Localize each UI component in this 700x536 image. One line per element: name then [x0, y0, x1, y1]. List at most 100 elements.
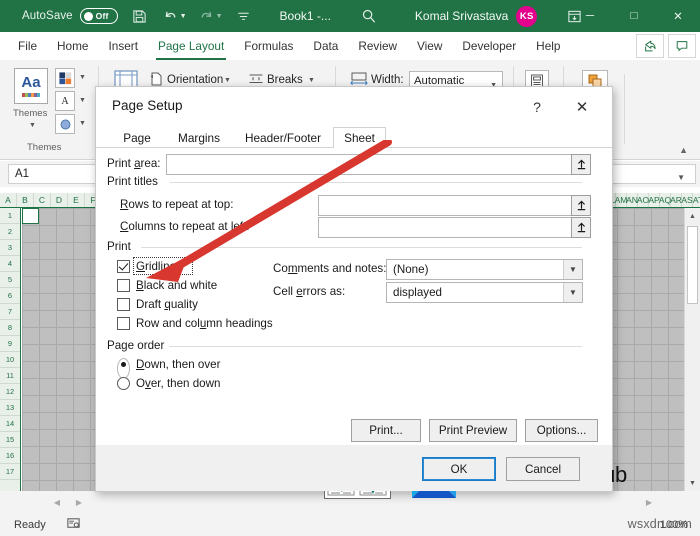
active-cell-a1[interactable] [22, 208, 39, 224]
print-button[interactable]: Print... [351, 419, 421, 442]
row-header-17[interactable]: 17 [0, 464, 20, 480]
document-title[interactable]: Book1 -... [280, 9, 331, 23]
dialog-close-icon[interactable]: ✕ [568, 96, 596, 118]
print-area-collapse-icon[interactable] [571, 154, 591, 175]
previous-sheet-icon[interactable]: ◀ [46, 498, 68, 507]
ribbon-tab-home[interactable]: Home [47, 32, 98, 60]
rows-to-repeat-input[interactable] [318, 195, 578, 216]
columns-to-repeat-input[interactable] [318, 217, 578, 238]
ribbon-tab-data[interactable]: Data [303, 32, 348, 60]
cell-errors-chevron-down-icon[interactable]: ▼ [563, 283, 582, 302]
gridlines-checkbox[interactable] [117, 260, 130, 273]
next-sheet-icon[interactable]: ▶ [68, 498, 90, 507]
minimize-button[interactable]: ─ [568, 0, 612, 32]
dialog-tab-header-footer[interactable]: Header/Footer [233, 127, 333, 148]
redo-dropdown-caret-icon[interactable]: ▼ [216, 13, 223, 20]
breaks-caret-icon[interactable]: ▼ [308, 77, 315, 84]
black-and-white-label[interactable]: Black and white [136, 279, 217, 292]
theme-colors-caret-icon[interactable]: ▼ [79, 74, 86, 81]
draft-quality-label[interactable]: Draft quality [136, 298, 198, 311]
theme-fonts-caret-icon[interactable]: ▼ [79, 97, 86, 104]
row-header-1[interactable]: 1 [0, 208, 20, 224]
column-header-c[interactable]: C [34, 193, 51, 207]
ok-button[interactable]: OK [422, 457, 496, 481]
column-header-d[interactable]: D [51, 193, 68, 207]
print-preview-button[interactable]: Print Preview [429, 419, 517, 442]
expand-formula-bar-icon[interactable]: ▼ [677, 173, 685, 182]
row-header-4[interactable]: 4 [0, 256, 20, 272]
row-and-column-headings-checkbox[interactable] [117, 317, 130, 330]
help-icon[interactable]: ? [524, 96, 550, 118]
ribbon-tab-page-layout[interactable]: Page Layout [148, 32, 234, 61]
comments-and-notes-select[interactable]: (None) ▼ [386, 259, 583, 280]
row-header-2[interactable]: 2 [0, 224, 20, 240]
user-name[interactable]: Komal Srivastava [415, 9, 508, 23]
options-button[interactable]: Options... [525, 419, 598, 442]
scroll-up-icon[interactable]: ▲ [685, 208, 700, 224]
draft-quality-checkbox[interactable] [117, 298, 130, 311]
autosave-toggle[interactable]: Off [79, 8, 118, 24]
ribbon-tab-view[interactable]: View [407, 32, 452, 60]
row-header-9[interactable]: 9 [0, 336, 20, 352]
black-and-white-checkbox[interactable] [117, 279, 130, 292]
ribbon-tab-file[interactable]: File [8, 32, 47, 60]
row-header-12[interactable]: 12 [0, 384, 20, 400]
row-header-14[interactable]: 14 [0, 416, 20, 432]
row-header-11[interactable]: 11 [0, 368, 20, 384]
row-header-3[interactable]: 3 [0, 240, 20, 256]
theme-effects-icon[interactable] [55, 114, 75, 134]
orientation-button-label[interactable]: Orientation [167, 74, 223, 86]
close-button[interactable]: ✕ [656, 0, 700, 32]
orientation-caret-icon[interactable]: ▼ [224, 77, 231, 84]
undo-dropdown-caret-icon[interactable]: ▼ [180, 13, 187, 20]
theme-colors-icon[interactable] [55, 68, 75, 88]
over-then-down-label[interactable]: Over, then down [136, 377, 220, 390]
row-header-5[interactable]: 5 [0, 272, 20, 288]
rows-to-repeat-collapse-icon[interactable] [571, 195, 591, 216]
ribbon-tab-formulas[interactable]: Formulas [234, 32, 303, 60]
column-header-a[interactable]: A [0, 193, 17, 207]
save-icon[interactable] [132, 9, 147, 24]
avatar[interactable]: KS [516, 5, 538, 27]
over-then-down-radio[interactable] [117, 377, 130, 390]
vertical-scrollbar[interactable]: ▲ ▼ [684, 208, 700, 491]
dialog-tab-sheet[interactable]: Sheet [333, 127, 386, 148]
column-header-b[interactable]: B [17, 193, 34, 207]
dialog-tab-page[interactable]: Page [109, 127, 165, 148]
ribbon-tab-help[interactable]: Help [526, 32, 570, 60]
theme-fonts-icon[interactable]: A [55, 91, 75, 111]
gridlines-label[interactable]: Gridlines [136, 260, 182, 273]
name-box[interactable]: A1 [8, 164, 100, 184]
theme-effects-caret-icon[interactable]: ▼ [79, 120, 86, 127]
themes-dropdown-caret-icon[interactable]: ▼ [29, 122, 36, 129]
dialog-tab-margins[interactable]: Margins [165, 127, 233, 148]
themes-button[interactable]: Aa [14, 68, 48, 104]
column-header-e[interactable]: E [68, 193, 85, 207]
horizontal-scroll-right-icon[interactable]: ▶ [638, 498, 660, 507]
undo-icon[interactable] [163, 9, 178, 24]
row-and-column-headings-label[interactable]: Row and column headings [136, 317, 273, 330]
row-header-10[interactable]: 10 [0, 352, 20, 368]
column-header-at[interactable]: AT [693, 193, 700, 207]
column-header-as[interactable]: AS [681, 193, 693, 207]
columns-to-repeat-collapse-icon[interactable] [571, 217, 591, 238]
down-then-over-label[interactable]: Down, then over [136, 358, 220, 371]
row-header-13[interactable]: 13 [0, 400, 20, 416]
scroll-down-icon[interactable]: ▼ [685, 475, 700, 491]
row-header-16[interactable]: 16 [0, 448, 20, 464]
cancel-button[interactable]: Cancel [506, 457, 580, 481]
row-header-15[interactable]: 15 [0, 432, 20, 448]
accessibility-checker-icon[interactable] [66, 516, 81, 534]
row-header-8[interactable]: 8 [0, 320, 20, 336]
cell-errors-select[interactable]: displayed ▼ [386, 282, 583, 303]
share-icon[interactable] [636, 34, 664, 58]
quick-access-more-icon[interactable] [237, 10, 250, 23]
collapse-ribbon-icon[interactable]: ▲ [679, 145, 688, 155]
row-header-6[interactable]: 6 [0, 288, 20, 304]
ribbon-tab-developer[interactable]: Developer [452, 32, 526, 60]
search-icon[interactable] [361, 8, 377, 24]
down-then-over-radio[interactable] [117, 358, 130, 379]
print-area-input[interactable] [166, 154, 578, 175]
breaks-button-label[interactable]: Breaks [267, 74, 303, 86]
ribbon-tab-insert[interactable]: Insert [98, 32, 148, 60]
